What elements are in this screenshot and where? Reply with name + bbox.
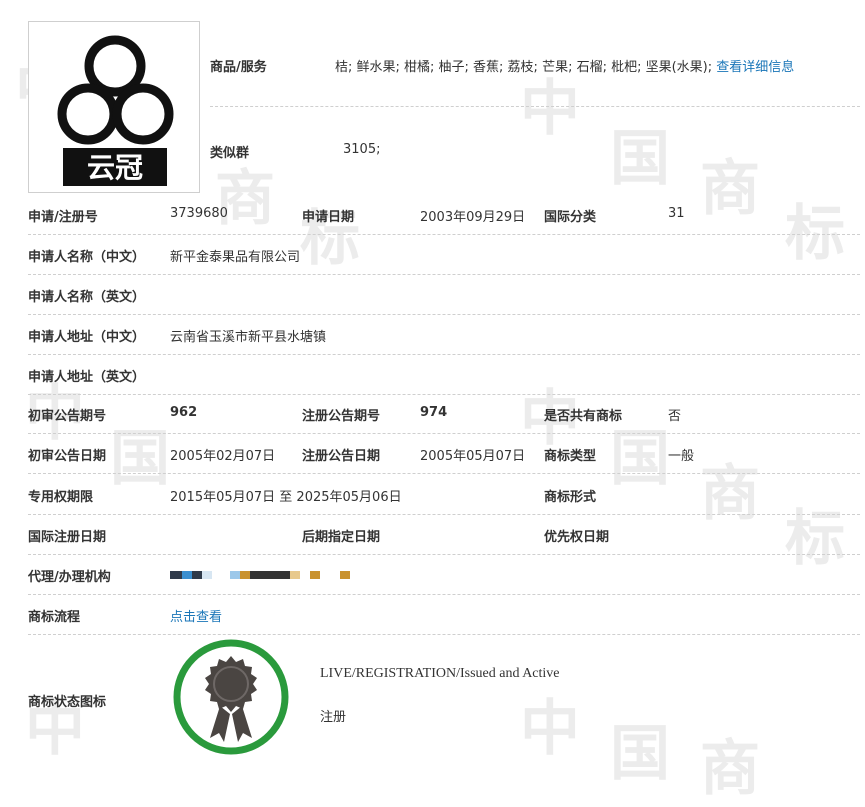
redaction-block — [290, 571, 300, 579]
reg-issue-label: 注册公告期号 — [302, 409, 381, 424]
reg-no-value: 3739680 — [170, 206, 228, 221]
goods-value: 桔; 鲜水果; 柑橘; 柚子; 香蕉; 荔枝; 芒果; 石榴; 枇杷; 坚果(水… — [335, 56, 794, 75]
address-cn-label: 申请人地址（中文） — [28, 330, 146, 345]
reg-issue-value: 974 — [420, 405, 448, 420]
goods-list: 桔; 鲜水果; 柑橘; 柚子; 香蕉; 荔枝; 芒果; 石榴; 枇杷; 坚果(水… — [335, 60, 713, 75]
prelim-date-value: 2005年02月07日 — [170, 449, 276, 464]
intl-reg-date-label: 国际注册日期 — [28, 530, 107, 545]
redaction-block — [230, 571, 240, 579]
trademark-detail-page: 中 中 国 商 标 商 标 中 国 中 国 商 标 中 中 国 商 云冠 商品/… — [0, 0, 865, 804]
divider — [28, 473, 860, 474]
applicant-cn-value: 新平金泰果品有限公司 — [170, 250, 301, 265]
trademark-logo-text: 云冠 — [87, 151, 143, 184]
divider — [28, 594, 860, 595]
watermark-char: 标 — [785, 504, 845, 574]
redaction-block — [182, 571, 192, 579]
redaction-block — [240, 571, 250, 579]
reg-no-label: 申请/注册号 — [28, 210, 98, 225]
prelim-date-label: 初审公告日期 — [28, 449, 107, 464]
watermark-char: 国 — [110, 424, 170, 494]
divider — [210, 106, 860, 107]
trademark-logo-image: 云冠 — [57, 35, 174, 186]
divider — [28, 433, 860, 434]
divider — [28, 274, 860, 275]
process-view-link[interactable]: 点击查看 — [170, 606, 222, 625]
watermark-char: 商 — [215, 164, 275, 234]
process-label: 商标流程 — [28, 610, 81, 625]
redaction-block — [192, 571, 202, 579]
intl-class-value: 31 — [668, 206, 685, 221]
agency-label: 代理/办理机构 — [28, 570, 111, 585]
watermark-char: 商 — [700, 459, 760, 529]
watermark-char: 标 — [785, 199, 845, 269]
watermark-char: 商 — [700, 734, 760, 804]
divider — [28, 354, 860, 355]
redaction-block — [170, 571, 182, 579]
shared-mark-value: 否 — [668, 409, 682, 424]
divider — [28, 394, 860, 395]
divider — [28, 514, 860, 515]
priority-date-label: 优先权日期 — [544, 530, 610, 545]
divider — [28, 634, 860, 635]
later-designation-label: 后期指定日期 — [302, 530, 381, 545]
mark-type-label: 商标类型 — [544, 449, 597, 464]
prelim-issue-label: 初审公告期号 — [28, 409, 107, 424]
reg-pub-date-value: 2005年05月07日 — [420, 449, 526, 464]
watermark-char: 商 — [700, 154, 760, 224]
mark-type-value: 一般 — [668, 449, 695, 464]
goods-label: 商品/服务 — [210, 60, 267, 75]
address-cn-value: 云南省玉溪市新平县水塘镇 — [170, 330, 327, 345]
address-en-label: 申请人地址（英文） — [28, 370, 146, 385]
registration-badge-icon — [172, 638, 290, 756]
app-date-label: 申请日期 — [302, 210, 355, 225]
trademark-logo: 云冠 — [28, 21, 200, 193]
similar-group-label: 类似群 — [210, 146, 250, 161]
goods-detail-link[interactable]: 查看详细信息 — [716, 60, 794, 75]
status-icon-label: 商标状态图标 — [28, 695, 107, 710]
redaction-block — [340, 571, 350, 579]
watermark-char: 国 — [610, 124, 670, 194]
exclusive-period-value: 2015年05月07日 至 2025年05月06日 — [170, 490, 402, 505]
redaction-block — [310, 571, 320, 579]
watermark-char: 中 — [520, 694, 580, 764]
status-chinese: 注册 — [320, 710, 347, 725]
applicant-en-label: 申请人名称（英文） — [28, 290, 146, 305]
redaction-block — [250, 571, 290, 579]
applicant-cn-label: 申请人名称（中文） — [28, 250, 146, 265]
shared-mark-label: 是否共有商标 — [544, 409, 623, 424]
similar-group-value: 3105; — [343, 142, 381, 157]
divider — [28, 314, 860, 315]
redaction-block — [202, 571, 212, 579]
intl-class-label: 国际分类 — [544, 210, 597, 225]
reg-pub-date-label: 注册公告日期 — [302, 449, 381, 464]
app-date-value: 2003年09月29日 — [420, 210, 526, 225]
watermark-char: 国 — [610, 719, 670, 789]
divider — [28, 554, 860, 555]
divider — [28, 234, 860, 235]
status-english: LIVE/REGISTRATION/Issued and Active — [320, 666, 560, 681]
prelim-issue-value: 962 — [170, 405, 198, 420]
exclusive-period-label: 专用权期限 — [28, 490, 94, 505]
mark-form-label: 商标形式 — [544, 490, 597, 505]
